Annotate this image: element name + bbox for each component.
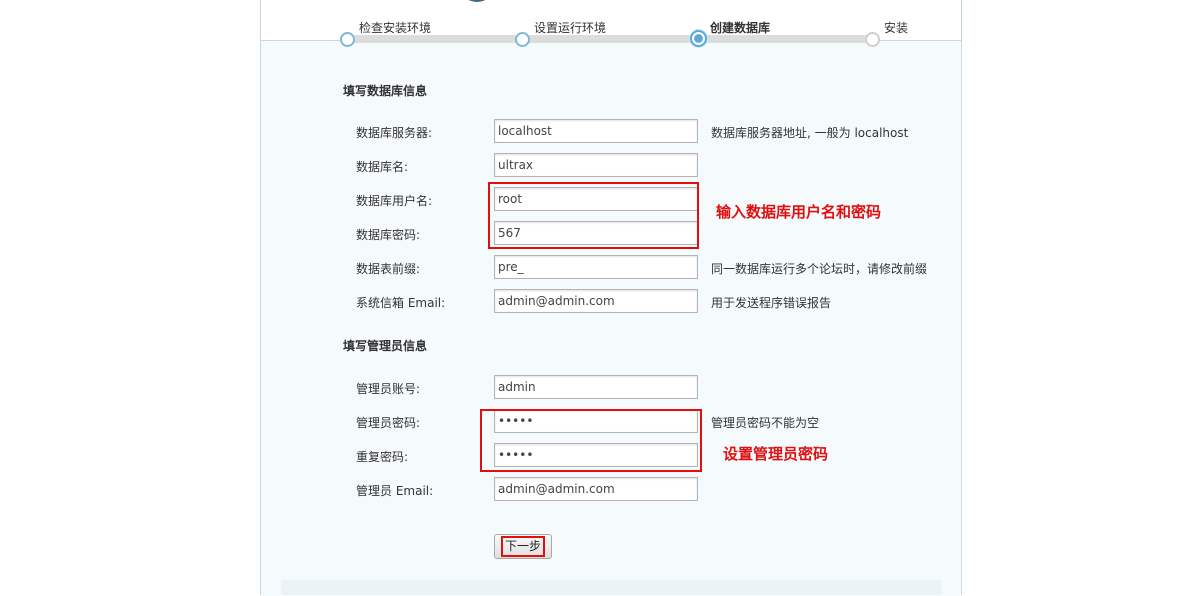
step-3-marker [690,30,707,47]
db-host-hint: 数据库服务器地址, 一般为 localhost [711,126,909,140]
db-host-input[interactable] [494,119,698,143]
step-1-label: 检查安装环境 [359,21,432,35]
step-1-marker [340,32,355,47]
installer-frame: 检查安装环境 设置运行环境 创建数据库 安装 填写数据库信息 数据库服务器: 数… [260,0,962,596]
admin-password-hint: 管理员密码不能为空 [711,416,820,430]
system-email-label: 系统信箱 Email: [356,296,446,310]
next-button[interactable]: 下一步 [494,534,552,559]
repeat-password-label: 重复密码: [356,450,409,464]
db-user-label: 数据库用户名: [356,194,433,208]
admin-password-annotation: 设置管理员密码 [723,445,829,463]
step-2-marker [515,32,530,47]
system-email-input[interactable] [494,289,698,313]
db-section-title: 填写数据库信息 [343,84,428,98]
next-button-label: 下一步 [500,536,545,557]
step-3-label: 创建数据库 [710,21,771,35]
db-name-label: 数据库名: [356,160,409,174]
step-4-marker [865,32,880,47]
table-prefix-input[interactable] [494,255,698,279]
admin-email-label: 管理员 Email: [356,484,434,498]
logo [459,0,495,2]
admin-password-highlight [480,409,702,472]
db-credentials-highlight [488,182,699,249]
admin-section-title: 填写管理员信息 [343,339,428,353]
db-password-label: 数据库密码: [356,228,421,242]
step-4-label: 安装 [884,21,909,35]
progress-track [347,35,873,43]
db-name-input[interactable] [494,153,698,177]
step-2-label: 设置运行环境 [534,21,607,35]
table-prefix-hint: 同一数据库运行多个论坛时，请修改前缀 [711,262,928,276]
db-credentials-annotation: 输入数据库用户名和密码 [716,203,882,221]
admin-account-label: 管理员账号: [356,382,421,396]
db-host-label: 数据库服务器: [356,126,433,140]
admin-password-label: 管理员密码: [356,416,421,430]
system-email-hint: 用于发送程序错误报告 [711,296,832,310]
table-prefix-label: 数据表前缀: [356,262,421,276]
footer-band [281,580,941,595]
admin-account-input[interactable] [494,375,698,399]
admin-email-input[interactable] [494,477,698,501]
